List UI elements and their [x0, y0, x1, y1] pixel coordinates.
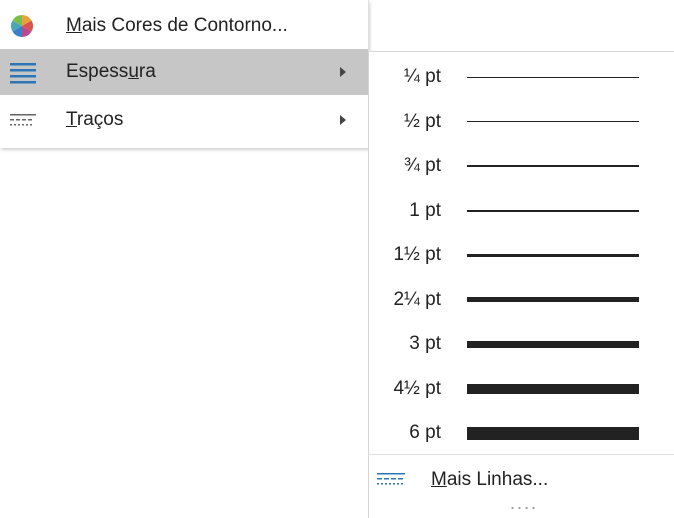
- dash-type-icon: [10, 108, 36, 132]
- weight-label: Espessura: [66, 61, 156, 82]
- weight-submenu: ¼ pt ½ pt ¾ pt 1 pt 1½ pt 2¼ pt 3 pt 4½ pt 6 pt …: [368, 51, 674, 518]
- more-lines-icon: [377, 470, 405, 490]
- color-wheel-icon: [10, 14, 34, 38]
- dashes-item[interactable]: Traços: [0, 97, 368, 143]
- weight-line-sample: [467, 426, 639, 440]
- outline-menu: Mais Cores de Contorno... Espessura Traç…: [0, 0, 369, 148]
- dashes-label: Traços: [66, 109, 124, 130]
- weight-line-sample: [467, 209, 639, 212]
- weight-option-label: ¾ pt: [404, 155, 441, 176]
- more-outline-colors-item[interactable]: Mais Cores de Contorno...: [0, 3, 368, 49]
- more-outline-colors-label: Mais Cores de Contorno...: [66, 15, 288, 36]
- weight-line-sample: [467, 340, 639, 348]
- weight-option[interactable]: 1 pt: [369, 189, 674, 233]
- weight-line-sample: [467, 76, 639, 78]
- weight-option-label: 1½ pt: [393, 244, 441, 265]
- more-lines-label: Mais Linhas...: [431, 469, 549, 490]
- weight-option[interactable]: 1½ pt: [369, 233, 674, 277]
- weight-option[interactable]: ½ pt: [369, 100, 674, 144]
- submenu-arrow-icon: [340, 67, 346, 77]
- weight-option[interactable]: 6 pt: [369, 411, 674, 455]
- submenu-divider: [368, 0, 369, 51]
- more-lines-item[interactable]: Mais Linhas...: [369, 459, 674, 503]
- weight-option[interactable]: 4½ pt: [369, 367, 674, 411]
- weight-option-label: 3 pt: [409, 333, 441, 354]
- weight-line-sample: [467, 383, 639, 394]
- weight-line-sample: [467, 253, 639, 257]
- weight-line-sample: [467, 121, 639, 122]
- weight-option-label: ½ pt: [404, 110, 441, 132]
- weight-option[interactable]: 2¼ pt: [369, 278, 674, 322]
- weight-line-sample: [467, 165, 639, 167]
- weight-option-label: 6 pt: [409, 422, 441, 443]
- resize-grip[interactable]: [509, 507, 539, 509]
- weight-option-label: 1 pt: [409, 199, 441, 221]
- weight-option-label: ¼ pt: [404, 66, 441, 87]
- weight-item[interactable]: Espessura: [0, 49, 368, 95]
- line-weight-icon: [10, 60, 36, 84]
- weight-option[interactable]: 3 pt: [369, 322, 674, 366]
- weight-option-label: 4½ pt: [393, 377, 441, 399]
- weight-option[interactable]: ¾ pt: [369, 144, 674, 188]
- submenu-arrow-icon: [340, 115, 346, 125]
- weight-option-label: 2¼ pt: [393, 288, 441, 310]
- weight-line-sample: [467, 297, 639, 302]
- submenu-separator: [369, 454, 674, 455]
- weight-option[interactable]: ¼ pt: [369, 55, 674, 99]
